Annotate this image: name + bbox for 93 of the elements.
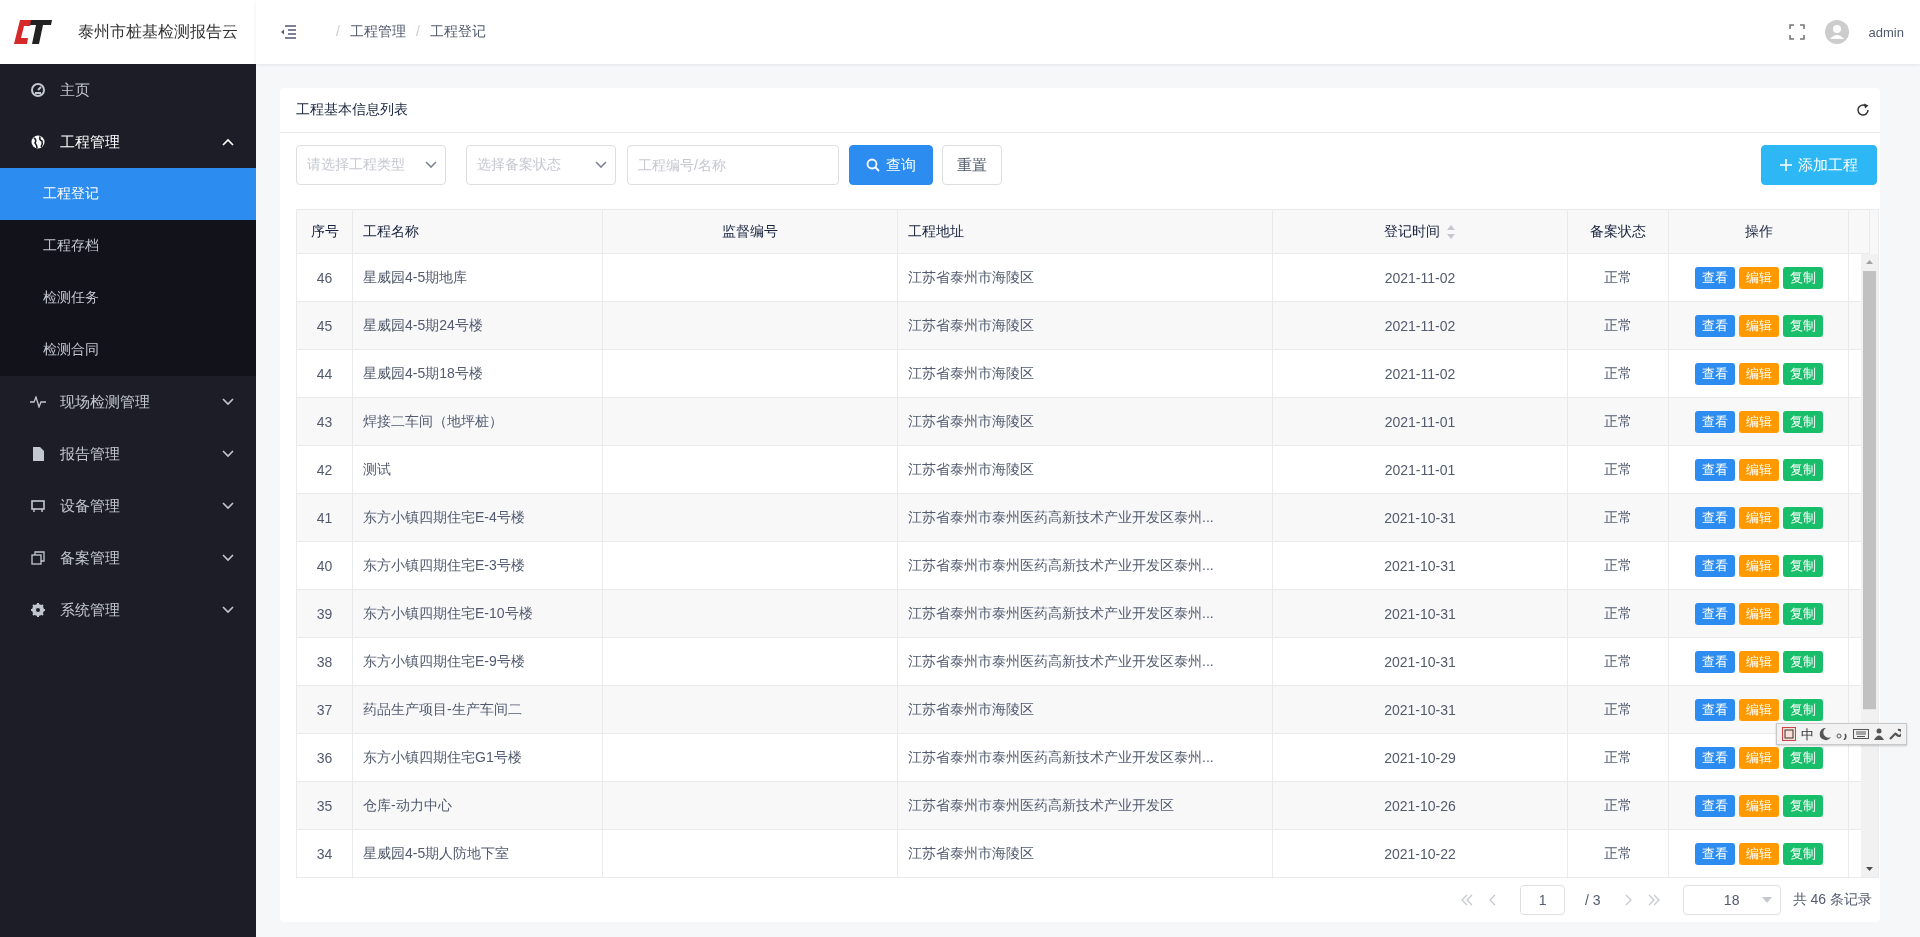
copy-button[interactable]: 复制: [1782, 410, 1823, 433]
keyboard-icon[interactable]: [1853, 729, 1869, 739]
view-button[interactable]: 查看: [1694, 458, 1735, 481]
plus-icon: [1780, 159, 1792, 171]
breadcrumb-item: 工程登记: [429, 23, 486, 41]
dropdown-caret-icon: [425, 161, 437, 169]
submenu-item[interactable]: 检测合同: [0, 324, 256, 376]
view-button[interactable]: 查看: [1694, 362, 1735, 385]
monitor-icon: [31, 499, 45, 513]
input-mode-toggle[interactable]: 中: [1801, 727, 1814, 741]
view-button[interactable]: 查看: [1694, 266, 1735, 289]
search-button[interactable]: 查询: [849, 145, 933, 185]
menu-item[interactable]: 设备管理: [0, 480, 256, 532]
breadcrumb-separator: /: [415, 23, 420, 41]
copy-button[interactable]: 复制: [1782, 650, 1823, 673]
submenu-item[interactable]: 工程存档: [0, 220, 256, 272]
menu-item[interactable]: 工程管理: [0, 116, 256, 168]
copy-button[interactable]: 复制: [1782, 314, 1823, 337]
page-size-select[interactable]: 18: [1682, 885, 1781, 915]
breadcrumb-separator: /: [336, 23, 340, 41]
view-button[interactable]: 查看: [1694, 698, 1735, 721]
pulse-icon: [30, 396, 46, 408]
copy-button[interactable]: 复制: [1782, 458, 1823, 481]
copy-button[interactable]: 复制: [1782, 554, 1823, 577]
menu-item[interactable]: 主页: [0, 64, 256, 116]
page-total: / 3: [1585, 892, 1601, 908]
card-title: 工程基本信息列表: [296, 101, 408, 119]
refresh-icon[interactable]: [1856, 103, 1870, 117]
menu-item[interactable]: 备案管理: [0, 532, 256, 584]
breadcrumb-item[interactable]: 工程管理: [349, 23, 406, 41]
menu-item[interactable]: 系统管理: [0, 584, 256, 636]
dashboard-icon: [31, 83, 45, 97]
table-cell: 江苏省泰州市海陵区: [898, 830, 1273, 877]
copy-button[interactable]: 复制: [1782, 842, 1823, 865]
view-button[interactable]: 查看: [1694, 410, 1735, 433]
submenu-item[interactable]: 工程登记: [0, 168, 256, 220]
app-title: 泰州市桩基检测报告云: [78, 21, 238, 42]
table-cell: 2021-10-22: [1273, 830, 1568, 877]
edit-button[interactable]: 编辑: [1738, 746, 1779, 769]
copy-button[interactable]: 复制: [1782, 698, 1823, 721]
edit-button[interactable]: 编辑: [1738, 554, 1779, 577]
logo-icon: [12, 17, 54, 47]
edit-button[interactable]: 编辑: [1738, 794, 1779, 817]
dropdown-caret-icon: [595, 161, 607, 169]
table-cell: 正常: [1568, 830, 1669, 877]
edit-button[interactable]: 编辑: [1738, 266, 1779, 289]
table-cell: 34: [297, 830, 353, 877]
copy-button[interactable]: 复制: [1782, 746, 1823, 769]
view-button[interactable]: 查看: [1694, 650, 1735, 673]
user-name[interactable]: admin: [1868, 24, 1904, 40]
file-icon: [32, 447, 44, 461]
menu-collapse-icon[interactable]: [280, 25, 296, 39]
record-count: 共 46 条记录: [1792, 891, 1872, 909]
add-button[interactable]: 添加工程: [1761, 145, 1877, 185]
edit-button[interactable]: 编辑: [1738, 650, 1779, 673]
view-button[interactable]: 查看: [1694, 554, 1735, 577]
search-icon: [866, 158, 880, 172]
view-button[interactable]: 查看: [1694, 506, 1735, 529]
table-cell: 星威园4-5期人防地下室: [353, 830, 603, 877]
menu-item[interactable]: 报告管理: [0, 428, 256, 480]
view-button[interactable]: 查看: [1694, 746, 1735, 769]
copy-button[interactable]: 复制: [1782, 794, 1823, 817]
edit-button[interactable]: 编辑: [1738, 842, 1779, 865]
search-field[interactable]: 工程编号/名称: [627, 145, 839, 185]
scrollbar[interactable]: [1861, 254, 1878, 877]
edit-button[interactable]: 编辑: [1738, 602, 1779, 625]
copy-button[interactable]: 复制: [1782, 362, 1823, 385]
edit-button[interactable]: 编辑: [1738, 458, 1779, 481]
copy-button[interactable]: 复制: [1782, 506, 1823, 529]
page-input[interactable]: 1: [1520, 885, 1566, 915]
view-button[interactable]: 查看: [1694, 842, 1735, 865]
gear-icon: [31, 603, 45, 617]
edit-button[interactable]: 编辑: [1738, 362, 1779, 385]
wrench-icon[interactable]: [1889, 728, 1901, 740]
reset-button[interactable]: 重置: [942, 145, 1002, 185]
moon-icon[interactable]: [1819, 727, 1831, 741]
ime-logo-icon[interactable]: [1782, 727, 1796, 741]
edit-button[interactable]: 编辑: [1738, 410, 1779, 433]
copy-button[interactable]: 复制: [1782, 266, 1823, 289]
copy-icon: [31, 551, 45, 565]
person-icon[interactable]: [1874, 728, 1884, 740]
edit-button[interactable]: 编辑: [1738, 314, 1779, 337]
copy-button[interactable]: 复制: [1782, 602, 1823, 625]
edit-button[interactable]: 编辑: [1738, 698, 1779, 721]
fullscreen-icon[interactable]: [1788, 24, 1805, 40]
submenu-item[interactable]: 检测任务: [0, 272, 256, 324]
view-button[interactable]: 查看: [1694, 602, 1735, 625]
view-button[interactable]: 查看: [1694, 314, 1735, 337]
view-button[interactable]: 查看: [1694, 794, 1735, 817]
globe-icon: [31, 135, 45, 149]
menu-item[interactable]: 现场检测管理: [0, 376, 256, 428]
dropdown-caret-icon: [1761, 897, 1772, 903]
edit-button[interactable]: 编辑: [1738, 506, 1779, 529]
